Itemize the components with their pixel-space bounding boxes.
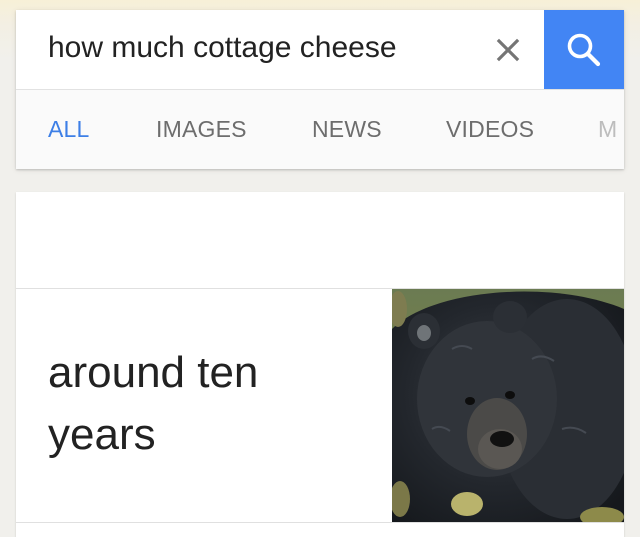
- tab-videos[interactable]: VIDEOS: [446, 90, 534, 169]
- search-input[interactable]: [48, 26, 468, 70]
- tab-images[interactable]: IMAGES: [156, 90, 247, 169]
- answer-text: around ten years: [48, 342, 378, 466]
- tab-all[interactable]: ALL: [48, 90, 90, 169]
- answer-line-1: around ten: [48, 348, 259, 397]
- answer-card: around ten years: [16, 192, 624, 537]
- search-bar: [16, 10, 624, 90]
- close-icon: [496, 38, 520, 62]
- search-button[interactable]: [544, 10, 624, 89]
- answer-line-2: years: [48, 410, 156, 459]
- clear-search-button[interactable]: [486, 28, 530, 72]
- bear-image[interactable]: [392, 289, 624, 522]
- black-bear-photo: [392, 289, 624, 522]
- tab-more-truncated[interactable]: M: [598, 90, 617, 169]
- card-divider-bottom: [16, 522, 624, 523]
- search-icon: [567, 33, 601, 66]
- search-card: ALL IMAGES NEWS VIDEOS M: [16, 10, 624, 169]
- tab-news[interactable]: NEWS: [312, 90, 382, 169]
- search-tabs: ALL IMAGES NEWS VIDEOS M: [16, 90, 624, 169]
- search-results-page: ALL IMAGES NEWS VIDEOS M around ten year…: [0, 0, 640, 537]
